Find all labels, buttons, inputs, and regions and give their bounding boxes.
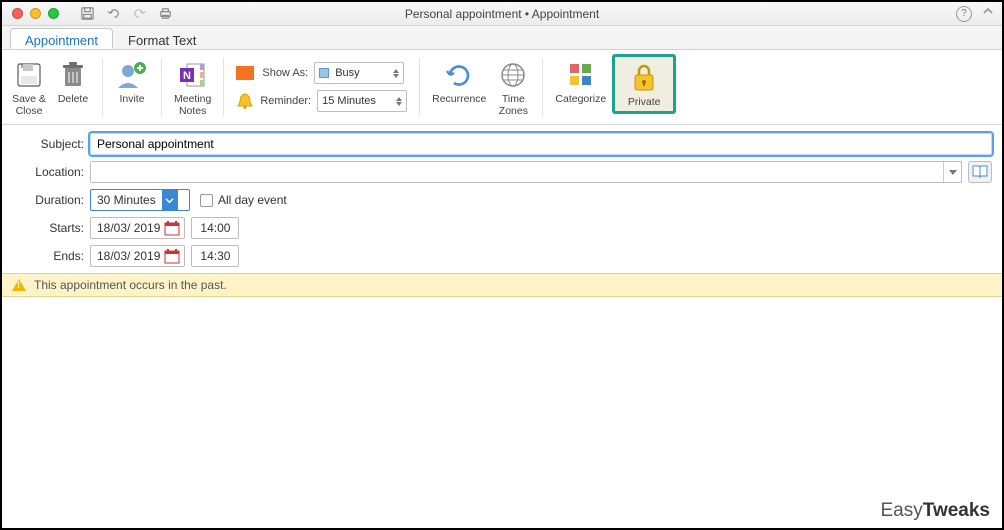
tab-appointment[interactable]: Appointment — [10, 28, 113, 49]
all-day-label: All day event — [218, 193, 287, 207]
reminder-label: Reminder: — [260, 95, 311, 107]
meeting-notes-button[interactable]: N Meeting Notes — [170, 54, 215, 119]
show-as-icon — [236, 66, 254, 80]
warning-icon — [12, 279, 26, 291]
time-zones-button[interactable]: Time Zones — [492, 54, 534, 119]
categorize-button[interactable]: Categorize — [551, 54, 610, 108]
warning-bar: This appointment occurs in the past. — [2, 273, 1002, 297]
invite-icon — [115, 58, 149, 92]
tab-format-text[interactable]: Format Text — [113, 28, 211, 49]
reminder-value: 15 Minutes — [322, 95, 376, 107]
starts-time-input[interactable]: 14:00 — [191, 217, 239, 239]
categorize-label: Categorize — [555, 94, 606, 106]
meeting-notes-label: Meeting Notes — [174, 94, 211, 117]
duration-value: 30 Minutes — [97, 193, 156, 207]
lock-icon — [627, 61, 661, 95]
help-icon[interactable]: ? — [956, 6, 972, 22]
show-as-value: Busy — [335, 67, 359, 79]
trash-icon — [56, 58, 90, 92]
calendar-icon — [164, 220, 180, 236]
recurrence-icon — [442, 58, 476, 92]
recurrence-label: Recurrence — [432, 94, 486, 106]
private-button[interactable]: Private — [612, 54, 676, 114]
starts-label: Starts: — [12, 221, 84, 235]
ribbon-tabs: Appointment Format Text — [2, 26, 1002, 50]
globe-icon — [496, 58, 530, 92]
warning-text: This appointment occurs in the past. — [34, 278, 227, 292]
save-icon — [12, 58, 46, 92]
onenote-icon: N — [176, 58, 210, 92]
calendar-icon — [164, 248, 180, 264]
show-as-label: Show As: — [262, 67, 308, 79]
address-book-button[interactable] — [968, 161, 992, 183]
invite-button[interactable]: Invite — [111, 54, 153, 108]
location-dropdown-icon[interactable] — [943, 162, 961, 182]
ribbon: Save & Close Delete Invite N Meeting Not… — [2, 50, 1002, 125]
checkbox-icon — [200, 194, 213, 207]
starts-date-value: 18/03/ 2019 — [97, 221, 160, 235]
window-title: Personal appointment • Appointment — [2, 7, 1002, 21]
subject-input[interactable] — [90, 133, 992, 155]
chevron-down-icon — [162, 190, 178, 210]
svg-text:N: N — [183, 70, 191, 82]
ends-label: Ends: — [12, 249, 84, 263]
watermark: EasyTweaks — [881, 500, 991, 522]
reminder-combo[interactable]: 15 Minutes — [317, 90, 407, 112]
ends-date-value: 18/03/ 2019 — [97, 249, 160, 263]
location-label: Location: — [12, 165, 84, 179]
appointment-form: Subject: Location: Duration: 30 Minutes … — [2, 125, 1002, 267]
ends-time-input[interactable]: 14:30 — [191, 245, 239, 267]
titlebar: Personal appointment • Appointment ? — [2, 2, 1002, 26]
duration-label: Duration: — [12, 193, 84, 207]
invite-label: Invite — [119, 94, 144, 106]
recurrence-button[interactable]: Recurrence — [428, 54, 490, 108]
all-day-checkbox[interactable]: All day event — [200, 193, 287, 207]
book-icon — [972, 165, 988, 179]
delete-button[interactable]: Delete — [52, 54, 94, 108]
save-close-button[interactable]: Save & Close — [8, 54, 50, 119]
private-label: Private — [628, 97, 661, 109]
ends-date-input[interactable]: 18/03/ 2019 — [90, 245, 185, 267]
show-as-combo[interactable]: Busy — [314, 62, 404, 84]
time-zones-label: Time Zones — [499, 94, 528, 117]
show-as-group: Show As: Busy Reminder: 15 Minutes — [232, 54, 411, 120]
starts-date-input[interactable]: 18/03/ 2019 — [90, 217, 185, 239]
duration-combo[interactable]: 30 Minutes — [90, 189, 190, 211]
delete-label: Delete — [58, 94, 88, 106]
bell-icon — [236, 92, 254, 110]
categorize-icon — [564, 58, 598, 92]
location-input[interactable] — [90, 161, 962, 183]
save-close-label: Save & Close — [12, 94, 46, 117]
subject-label: Subject: — [12, 137, 84, 151]
collapse-ribbon-icon[interactable] — [982, 6, 994, 21]
